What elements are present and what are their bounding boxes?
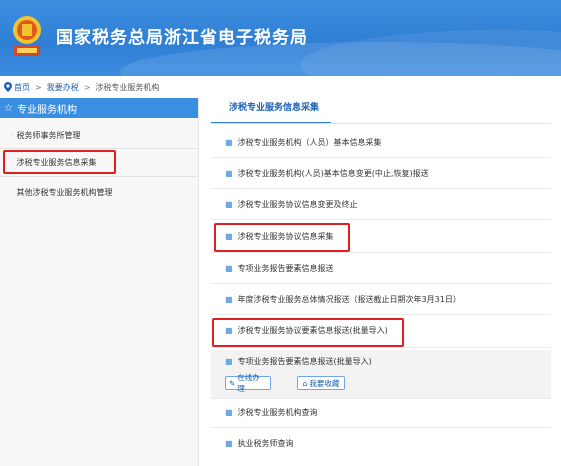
service-item-label: 涉税专业服务机构查询 bbox=[237, 407, 318, 417]
service-item-practitioner-query[interactable]: ■ 执业税务师查询 bbox=[211, 431, 551, 455]
header-banner: 国家税务总局浙江省电子税务局 bbox=[0, 0, 561, 76]
service-item-agency-query[interactable]: ■ 涉税专业服务机构查询 bbox=[211, 400, 551, 424]
service-item-label: 涉税专业服务机构(人员)基本信息变更(中止,恢复)报送 bbox=[237, 168, 429, 178]
divider bbox=[211, 427, 551, 428]
site-title: 国家税务总局浙江省电子税务局 bbox=[56, 28, 308, 48]
tax-emblem-icon bbox=[13, 16, 41, 56]
service-item-label: 执业税务师查询 bbox=[237, 438, 294, 448]
service-item-special-report-batch[interactable]: ■ 专项业务报告要素信息报送(批量导入) bbox=[211, 350, 551, 372]
edit-icon: ✎ bbox=[229, 378, 236, 388]
service-item-label: 涉税专业服务协议信息变更及终止 bbox=[237, 199, 358, 209]
favorite-label: 我要收藏 bbox=[309, 378, 340, 388]
divider bbox=[211, 283, 551, 284]
highlight-box-agreement-batch bbox=[212, 318, 404, 347]
sidebar-title: 专业服务机构 bbox=[16, 104, 77, 116]
divider bbox=[211, 347, 551, 348]
service-item-basic-info-change[interactable]: ■ 涉税专业服务机构(人员)基本信息变更(中止,恢复)报送 bbox=[211, 161, 551, 185]
bullet-icon: ■ bbox=[225, 407, 233, 417]
service-item-special-report[interactable]: ■ 专项业务报告要素信息报送 bbox=[211, 256, 551, 280]
service-item-label: 年度涉税专业服务总体情况报送（报送截止日期次年3月31日） bbox=[237, 294, 461, 304]
sidebar-item-label: 税务师事务所管理 bbox=[16, 130, 81, 140]
service-item-label: 涉税专业服务机构（人员）基本信息采集 bbox=[237, 137, 382, 147]
bullet-icon: ■ bbox=[225, 294, 233, 304]
tab-info-collection[interactable]: 涉税专业服务信息采集 bbox=[229, 100, 319, 113]
sidebar-item-label: 其他涉税专业服务机构管理 bbox=[16, 187, 113, 197]
service-item-label: 专项业务报告要素信息报送 bbox=[237, 263, 334, 273]
highlight-box-sidebar bbox=[3, 150, 116, 174]
service-item-label: 专项业务报告要素信息报送(批量导入) bbox=[237, 356, 372, 366]
service-item-annual-report[interactable]: ■ 年度涉税专业服务总体情况报送（报送截止日期次年3月31日） bbox=[211, 287, 551, 311]
divider bbox=[211, 252, 551, 253]
divider bbox=[211, 123, 551, 124]
breadcrumb: 首页 > 我要办税 > 涉税专业服务机构 bbox=[0, 76, 561, 98]
sidebar-item-tax-agency[interactable]: · 税务师事务所管理 bbox=[0, 123, 198, 147]
divider bbox=[211, 219, 551, 220]
main-content: 涉税专业服务信息采集 ■ 涉税专业服务机构（人员）基本信息采集 ■ 涉税专业服务… bbox=[199, 98, 561, 466]
bullet-icon: ■ bbox=[225, 137, 233, 147]
service-item-basic-info[interactable]: ■ 涉税专业服务机构（人员）基本信息采集 bbox=[211, 130, 551, 154]
bullet-icon: ■ bbox=[225, 438, 233, 448]
divider bbox=[211, 314, 551, 315]
banner-decoration bbox=[300, 30, 561, 76]
favorite-button[interactable]: ⌂ 我要收藏 bbox=[297, 376, 345, 390]
sidebar-item-other-agency[interactable]: · 其他涉税专业服务机构管理 bbox=[0, 180, 198, 204]
bullet-icon: ■ bbox=[225, 168, 233, 178]
bullet-icon: · bbox=[10, 130, 13, 140]
online-handle-label: 在线办理 bbox=[237, 373, 260, 393]
bullet-icon: ■ bbox=[225, 263, 233, 273]
highlight-box-agreement-collection bbox=[214, 223, 350, 252]
bullet-icon: ■ bbox=[225, 356, 233, 366]
breadcrumb-separator: > bbox=[83, 82, 91, 92]
divider bbox=[211, 398, 551, 399]
breadcrumb-office-link[interactable]: 我要办税 bbox=[47, 82, 79, 93]
divider bbox=[0, 148, 198, 149]
online-handle-button[interactable]: ✎ 在线办理 bbox=[225, 373, 271, 393]
bullet-icon: ■ bbox=[225, 199, 233, 209]
home-icon: ⌂ bbox=[302, 378, 308, 388]
breadcrumb-current: 涉税专业服务机构 bbox=[95, 82, 160, 92]
location-pin-icon bbox=[4, 82, 12, 92]
sidebar-header[interactable]: ☆ 专业服务机构 bbox=[0, 98, 198, 118]
divider bbox=[0, 176, 198, 177]
divider bbox=[211, 157, 551, 158]
breadcrumb-separator: > bbox=[35, 82, 42, 92]
bullet-icon: · bbox=[10, 187, 13, 197]
service-item-agreement-change[interactable]: ■ 涉税专业服务协议信息变更及终止 bbox=[211, 192, 551, 216]
star-icon: ☆ bbox=[4, 102, 13, 114]
divider bbox=[211, 188, 551, 189]
breadcrumb-home-link[interactable]: 首页 bbox=[14, 82, 30, 93]
